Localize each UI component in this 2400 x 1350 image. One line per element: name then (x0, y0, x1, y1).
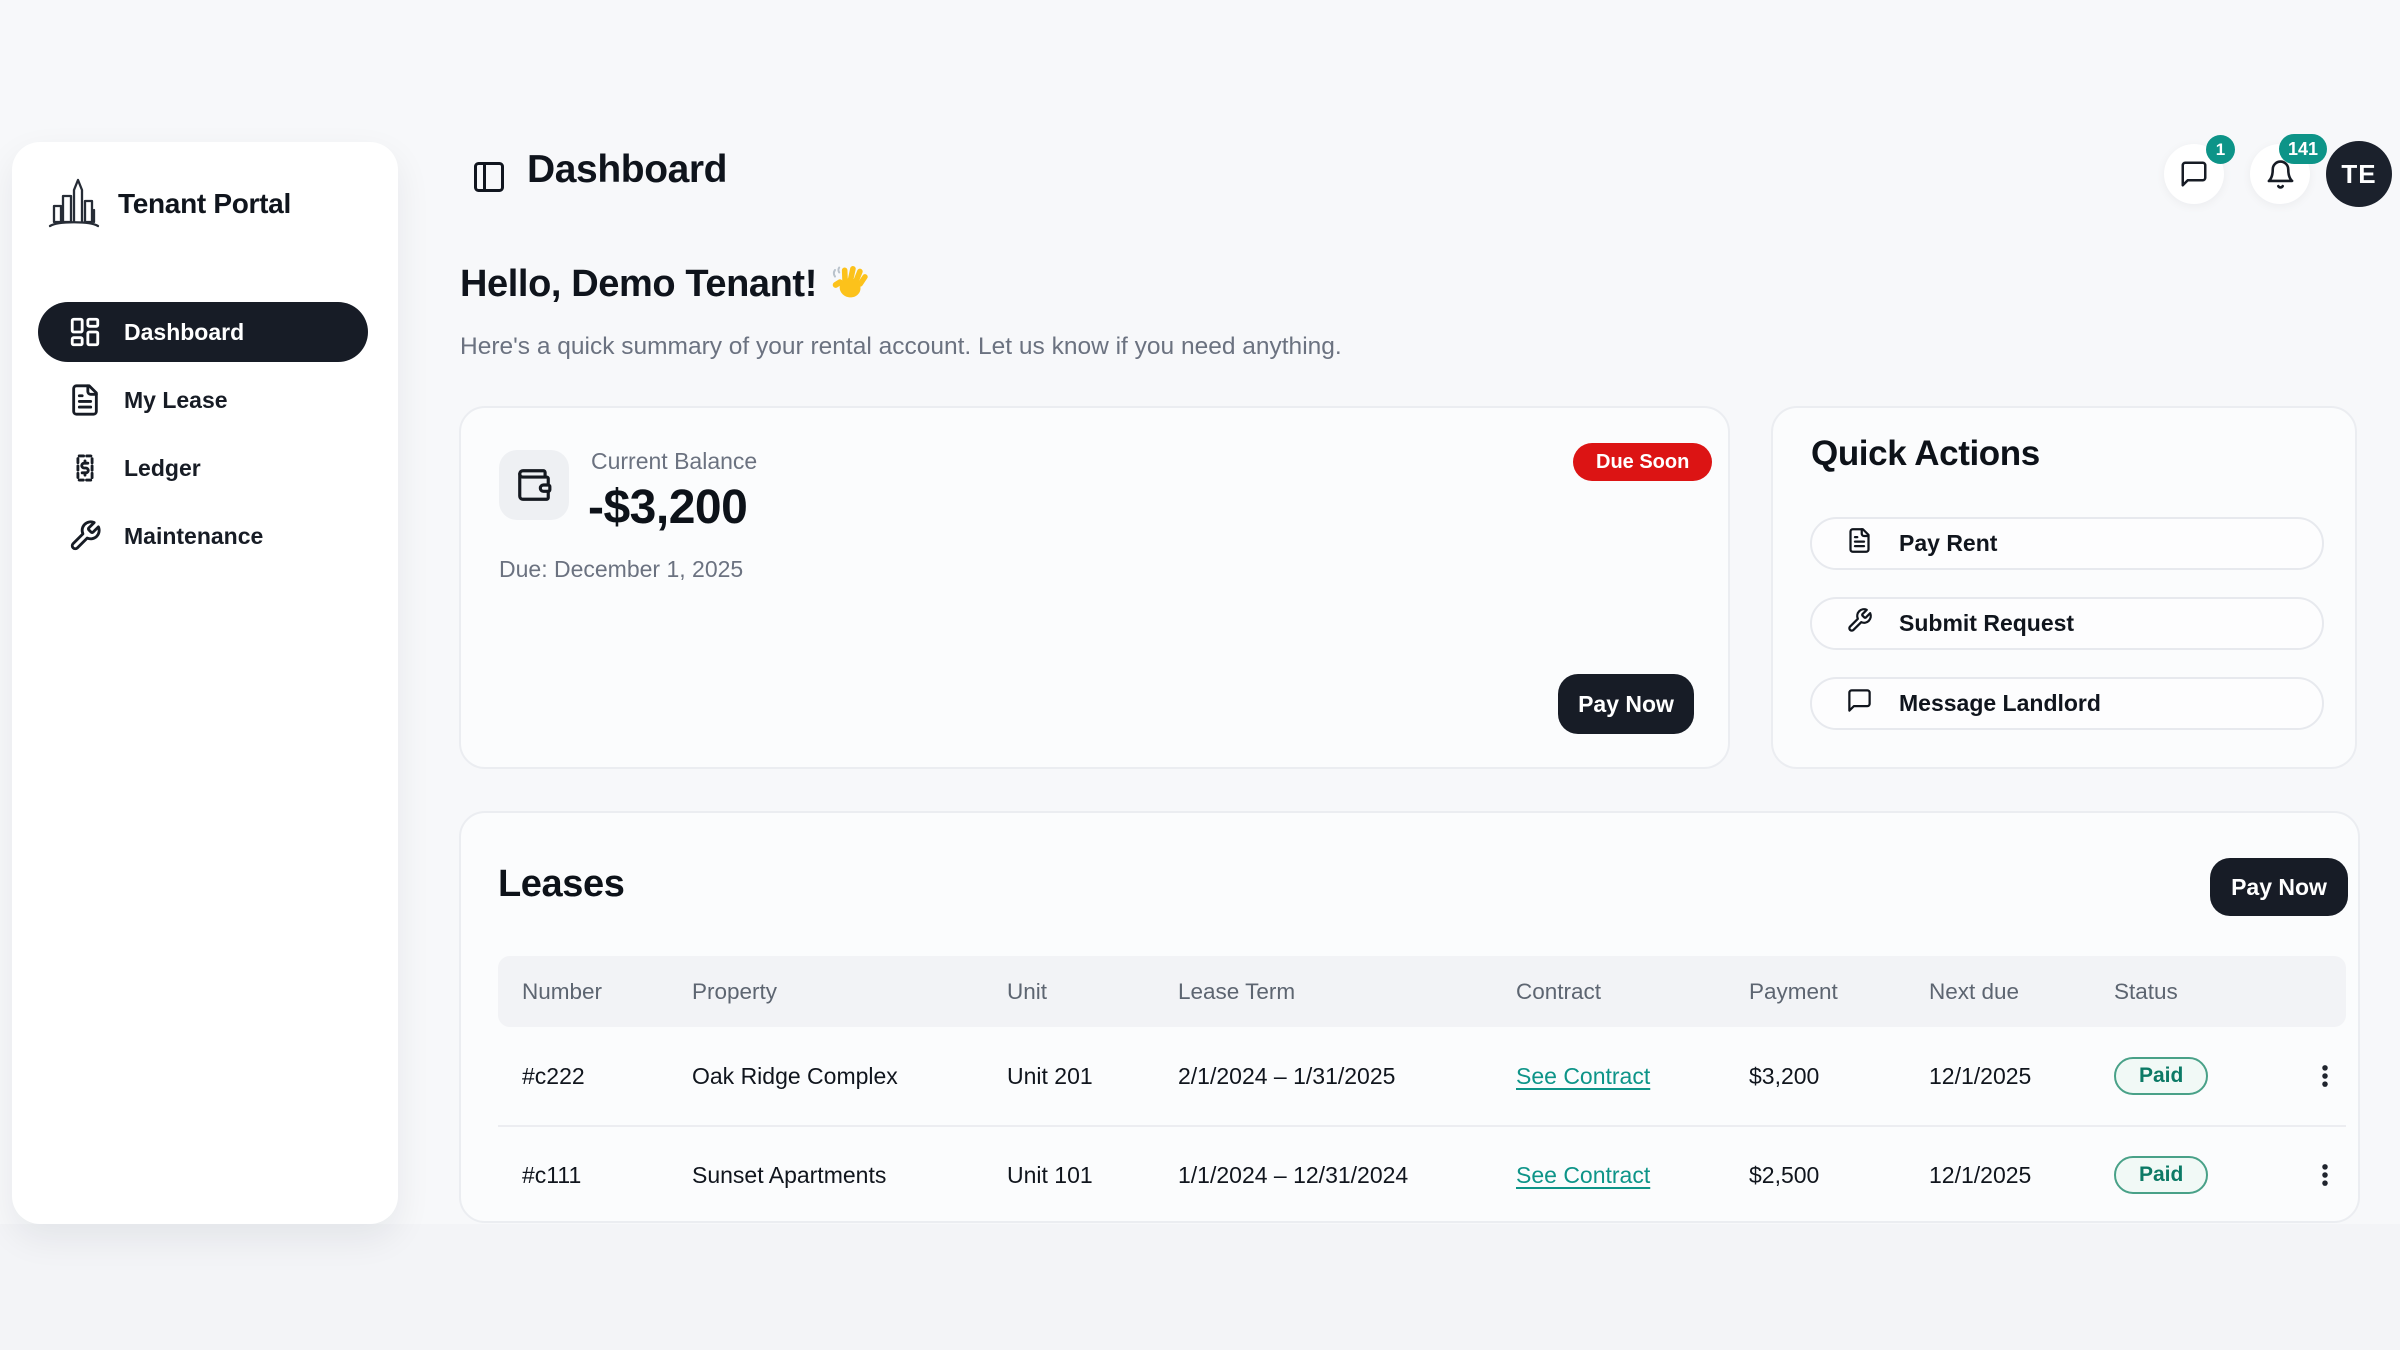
lease-number: #c222 (522, 1063, 692, 1090)
sidebar-item-ledger[interactable]: Ledger (38, 438, 368, 498)
due-soon-badge: Due Soon (1573, 443, 1712, 481)
leases-pay-now-button[interactable]: Pay Now (2210, 858, 2348, 916)
message-icon (1846, 687, 1873, 720)
lease-payment: $2,500 (1749, 1162, 1929, 1189)
sidebar-item-label: Dashboard (124, 319, 244, 346)
message-icon (2179, 159, 2209, 189)
receipt-icon (68, 451, 102, 485)
lease-unit: Unit 101 (1007, 1162, 1178, 1189)
column-header-unit: Unit (1007, 979, 1178, 1005)
quick-actions-title: Quick Actions (1811, 434, 2040, 474)
column-header-status: Status (2114, 979, 2304, 1005)
quick-actions-card: Quick Actions Pay Rent Submit Request Me… (1771, 406, 2357, 769)
submit-request-button[interactable]: Submit Request (1810, 597, 2324, 650)
user-avatar[interactable]: TE (2326, 141, 2392, 207)
leases-table: Number Property Unit Lease Term Contract… (498, 956, 2346, 1223)
sidebar-toggle-button[interactable] (466, 154, 512, 200)
wave-emoji (831, 262, 871, 307)
see-contract-link[interactable]: See Contract (1516, 1162, 1650, 1189)
wrench-icon (68, 519, 102, 553)
messages-count-badge: 1 (2206, 135, 2235, 164)
greeting-title: Hello, Demo Tenant! (460, 263, 817, 306)
column-header-next-due: Next due (1929, 979, 2114, 1005)
lease-number: #c111 (522, 1162, 692, 1189)
sidebar-item-my-lease[interactable]: My Lease (38, 370, 368, 430)
lease-next-due: 12/1/2025 (1929, 1063, 2114, 1090)
column-header-payment: Payment (1749, 979, 1929, 1005)
sidebar-item-label: Ledger (124, 455, 201, 482)
row-menu-button[interactable] (2304, 1051, 2346, 1101)
file-text-icon (1846, 527, 1873, 560)
action-label: Message Landlord (1899, 690, 2101, 717)
wallet-icon (515, 466, 553, 504)
sidebar-item-maintenance[interactable]: Maintenance (38, 506, 368, 566)
pay-now-button[interactable]: Pay Now (1558, 674, 1694, 734)
sidebar: Tenant Portal Dashboard My Lease Ledger (12, 142, 398, 1224)
lease-unit: Unit 201 (1007, 1063, 1178, 1090)
lease-row: #c222 Oak Ridge Complex Unit 201 2/1/202… (498, 1027, 2346, 1125)
file-text-icon (68, 383, 102, 417)
sidebar-item-dashboard[interactable]: Dashboard (38, 302, 368, 362)
greeting: Hello, Demo Tenant! (460, 262, 871, 307)
balance-label: Current Balance (591, 448, 757, 475)
lease-payment: $3,200 (1749, 1063, 1929, 1090)
leases-card: Leases Pay Now Number Property Unit Leas… (459, 811, 2360, 1223)
column-header-lease-term: Lease Term (1178, 979, 1516, 1005)
kebab-menu-icon (2310, 1158, 2340, 1192)
page-title: Dashboard (527, 148, 727, 192)
kebab-menu-icon (2310, 1059, 2340, 1093)
notifications-count-badge: 141 (2279, 134, 2327, 164)
action-label: Submit Request (1899, 610, 2074, 637)
message-landlord-button[interactable]: Message Landlord (1810, 677, 2324, 730)
brand: Tenant Portal (48, 176, 291, 232)
sidebar-nav: Dashboard My Lease Ledger Maintenance (38, 302, 368, 566)
lease-row: #c111 Sunset Apartments Unit 101 1/1/202… (498, 1125, 2346, 1223)
status-badge: Paid (2114, 1156, 2208, 1194)
current-balance-card: Current Balance -$3,200 Due: December 1,… (459, 406, 1730, 769)
lease-term: 2/1/2024 – 1/31/2025 (1178, 1063, 1516, 1090)
lease-property: Oak Ridge Complex (692, 1063, 1007, 1090)
lease-term: 1/1/2024 – 12/31/2024 (1178, 1162, 1516, 1189)
tenant-portal-app: Tenant Portal Dashboard My Lease Ledger (0, 0, 2400, 1350)
wrench-icon (1846, 607, 1873, 640)
column-header-number: Number (522, 979, 692, 1005)
brand-name: Tenant Portal (118, 188, 291, 220)
balance-amount: -$3,200 (588, 480, 747, 535)
pay-rent-button[interactable]: Pay Rent (1810, 517, 2324, 570)
action-label: Pay Rent (1899, 530, 1997, 557)
layout-dashboard-icon (68, 315, 102, 349)
column-header-contract: Contract (1516, 979, 1749, 1005)
leases-table-header: Number Property Unit Lease Term Contract… (498, 956, 2346, 1027)
lease-property: Sunset Apartments (692, 1162, 1007, 1189)
row-menu-button[interactable] (2304, 1150, 2346, 1200)
window-bottom-strip (0, 1224, 2400, 1350)
sidebar-item-label: My Lease (124, 387, 228, 414)
balance-due-date: Due: December 1, 2025 (499, 556, 743, 583)
see-contract-link[interactable]: See Contract (1516, 1063, 1650, 1090)
greeting-subtitle: Here's a quick summary of your rental ac… (460, 333, 1342, 361)
column-header-property: Property (692, 979, 1007, 1005)
city-buildings-logo-icon (48, 176, 100, 232)
status-badge: Paid (2114, 1057, 2208, 1095)
sidebar-item-label: Maintenance (124, 523, 263, 550)
wallet-icon-tile (499, 450, 569, 520)
lease-next-due: 12/1/2025 (1929, 1162, 2114, 1189)
panel-left-icon (471, 159, 507, 195)
leases-title: Leases (498, 863, 624, 906)
